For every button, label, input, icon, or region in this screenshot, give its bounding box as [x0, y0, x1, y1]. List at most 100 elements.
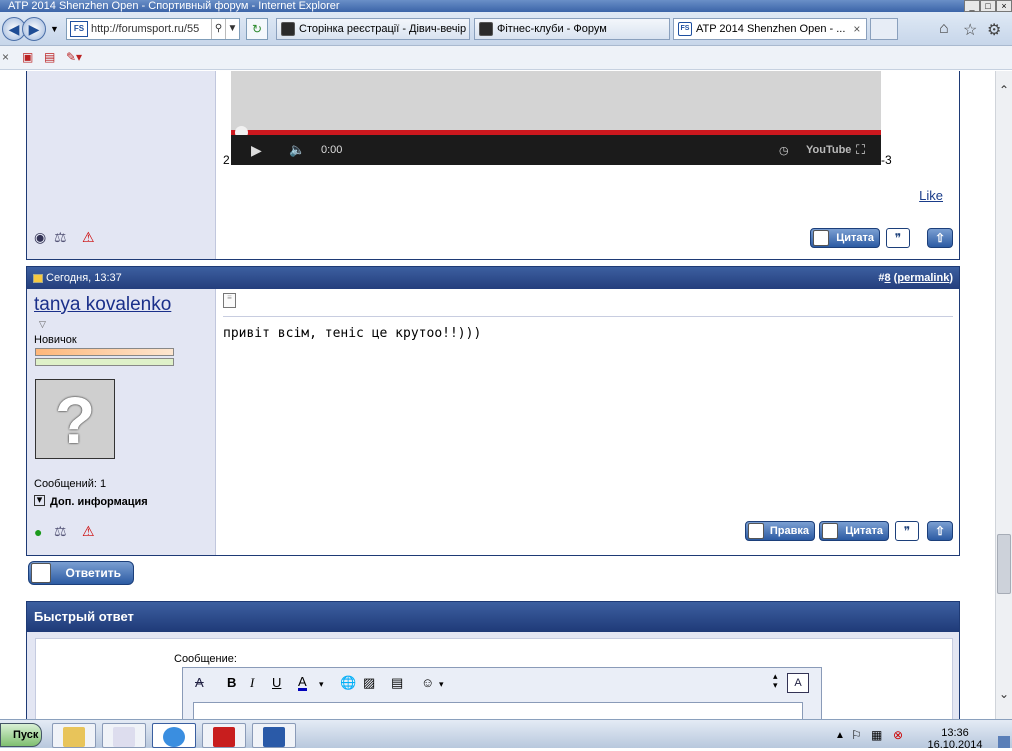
editor-toolbar: A B I U A ▾ 🌐 ▨ ▤ ☺ ▾ ▴ ▾ A	[183, 668, 821, 698]
video-left-text: 2	[223, 153, 230, 167]
user-menu-icon[interactable]: ▽	[39, 319, 46, 330]
watch-later-icon[interactable]: ◷	[779, 144, 789, 157]
youtube-logo[interactable]: YouTube	[806, 144, 851, 156]
message-editor: A B I U A ▾ 🌐 ▨ ▤ ☺ ▾ ▴ ▾ A	[182, 667, 822, 719]
video-time: 0:00	[321, 144, 343, 156]
quote-wrap-icon[interactable]: ▤	[391, 675, 403, 691]
print-icon[interactable]: ▤	[44, 50, 55, 64]
scrollbar-thumb[interactable]	[997, 534, 1011, 594]
avatar[interactable]: ?	[35, 379, 115, 459]
address-bar[interactable]: FS http://forumsport.ru/55 ⚲ ▼	[66, 18, 240, 40]
search-icon[interactable]: ⚲	[211, 19, 225, 39]
username-link[interactable]: tanya kovalenko	[34, 294, 171, 316]
show-desktop-button[interactable]	[998, 736, 1010, 748]
minimize-button[interactable]: _	[964, 0, 980, 12]
quote-icon	[822, 523, 838, 539]
play-icon[interactable]: ▶	[251, 142, 262, 159]
edit-button[interactable]: Правка	[745, 521, 815, 541]
address-input[interactable]: http://forumsport.ru/55	[91, 23, 211, 35]
multi-quote-button[interactable]: ❞	[886, 228, 910, 248]
volume-icon[interactable]: 🔈	[289, 142, 305, 158]
address-dropdown-icon[interactable]: ▼	[225, 19, 239, 39]
tab-atp-shenzhen[interactable]: FS ATP 2014 Shenzhen Open - ... ×	[673, 18, 867, 40]
home-icon[interactable]: ⌂	[939, 20, 949, 38]
quick-reply-title: Быстрый ответ	[27, 602, 959, 632]
post-header: Сегодня, 13:37 #8 (permalink)	[27, 267, 959, 289]
quote-icon	[813, 230, 829, 246]
taskbar-explorer[interactable]	[52, 723, 96, 748]
scroll-up-icon[interactable]: ⌃	[996, 83, 1012, 99]
youtube-video-player[interactable]: ▶ 🔈 0:00 ◷ YouTube ⛶	[231, 71, 881, 165]
start-button[interactable]: Пуск	[0, 723, 42, 747]
tab-favicon-icon	[479, 22, 493, 36]
window-controls: _ □ ×	[964, 0, 1012, 12]
scroll-top-button[interactable]: ⇧	[927, 521, 953, 541]
expand-info-icon[interactable]: ▾	[34, 495, 45, 506]
clock[interactable]: 13:36 16.10.2014	[925, 727, 985, 751]
acrobat-icon	[213, 727, 235, 747]
network-icon[interactable]: ▦	[871, 728, 882, 742]
offline-status-icon: ◉	[34, 229, 47, 245]
question-mark-icon: ?	[54, 383, 96, 457]
video-controls: ▶ 🔈 0:00 ◷ YouTube ⛶	[231, 135, 881, 165]
tab-registration[interactable]: Сторінка реєстрації - Дівич-вечір	[276, 18, 470, 40]
tab-fitness-clubs[interactable]: Фітнес-клуби - Форум	[474, 18, 670, 40]
extra-info-link[interactable]: Доп. информация	[50, 496, 148, 508]
switch-editor-mode-icon[interactable]: A	[787, 673, 809, 693]
close-tab-icon[interactable]: ×	[853, 22, 860, 36]
arrow-up-icon: ⇧	[934, 524, 946, 538]
navigation-bar: ◀ ▶ ▼ FS http://forumsport.ru/55 ⚲ ▼ ↻ С…	[0, 12, 1012, 46]
color-dropdown-icon[interactable]: ▾	[319, 679, 324, 690]
action-center-icon[interactable]: ⚐	[851, 728, 862, 742]
post-previous: ◉ ⚖ ⚠ 2 ▶ 🔈 0:00 ◷ YouTube ⛶ -3 Like Цит…	[26, 71, 960, 260]
smiley-dropdown-icon[interactable]: ▾	[439, 679, 444, 690]
scroll-top-button[interactable]: ⇧	[927, 228, 953, 248]
message-textarea[interactable]	[193, 702, 803, 719]
multi-quote-button[interactable]: ❞	[895, 521, 919, 541]
tab-favicon-icon: FS	[678, 22, 692, 36]
close-icon[interactable]: ×	[2, 50, 9, 64]
smiley-icon[interactable]: ☺	[421, 675, 434, 690]
history-dropdown-icon[interactable]: ▼	[50, 24, 59, 34]
underline-button[interactable]: U	[272, 675, 281, 690]
page-menu-icon[interactable]: ✎▾	[66, 50, 82, 64]
taskbar-acrobat[interactable]	[202, 723, 246, 748]
permalink-close: )	[949, 272, 953, 284]
taskbar-tools[interactable]	[102, 723, 146, 748]
forward-button[interactable]: ▶	[22, 17, 46, 41]
vertical-scrollbar[interactable]: ⌃ ⌄	[995, 71, 1012, 719]
report-icon[interactable]: ⚠	[82, 229, 95, 245]
volume-muted-icon[interactable]: ⊗	[893, 728, 903, 742]
scroll-down-icon[interactable]: ⌄	[996, 687, 1012, 703]
star-icon[interactable]: ☆	[963, 20, 977, 40]
reputation-icon[interactable]: ⚖	[54, 229, 67, 245]
permalink-link[interactable]: permalink	[897, 272, 949, 284]
tools-icon	[113, 727, 135, 747]
italic-button[interactable]: I	[250, 675, 254, 691]
refresh-button[interactable]: ↻	[246, 18, 268, 40]
like-link[interactable]: Like	[919, 188, 943, 203]
taskbar-word[interactable]	[252, 723, 296, 748]
maximize-button[interactable]: □	[980, 0, 996, 12]
text-color-button[interactable]: A	[298, 675, 307, 691]
report-icon[interactable]: ⚠	[82, 523, 95, 539]
remove-format-icon[interactable]: A	[195, 675, 204, 690]
taskbar-internet-explorer[interactable]	[152, 723, 196, 748]
tab-favicon-icon	[281, 22, 295, 36]
close-window-button[interactable]: ×	[996, 0, 1012, 12]
link-icon[interactable]: 🌐	[340, 675, 356, 691]
quote-button[interactable]: Цитата	[810, 228, 880, 248]
gear-icon[interactable]: ⚙	[987, 20, 1001, 40]
resize-editor-icon[interactable]: ▴ ▾	[773, 672, 778, 690]
tab-label: Сторінка реєстрації - Дівич-вечір	[299, 23, 467, 35]
tab-label: Фітнес-клуби - Форум	[497, 23, 607, 35]
bold-button[interactable]: B	[227, 675, 236, 690]
feed-icon[interactable]: ▣	[22, 50, 33, 64]
show-hidden-icons-icon[interactable]: ▲	[835, 730, 845, 741]
image-icon[interactable]: ▨	[363, 675, 375, 691]
reply-button[interactable]: Ответить	[28, 561, 134, 585]
fullscreen-icon[interactable]: ⛶	[856, 142, 865, 158]
quote-button[interactable]: Цитата	[819, 521, 889, 541]
new-tab-button[interactable]	[870, 18, 898, 40]
reputation-icon[interactable]: ⚖	[54, 523, 67, 539]
